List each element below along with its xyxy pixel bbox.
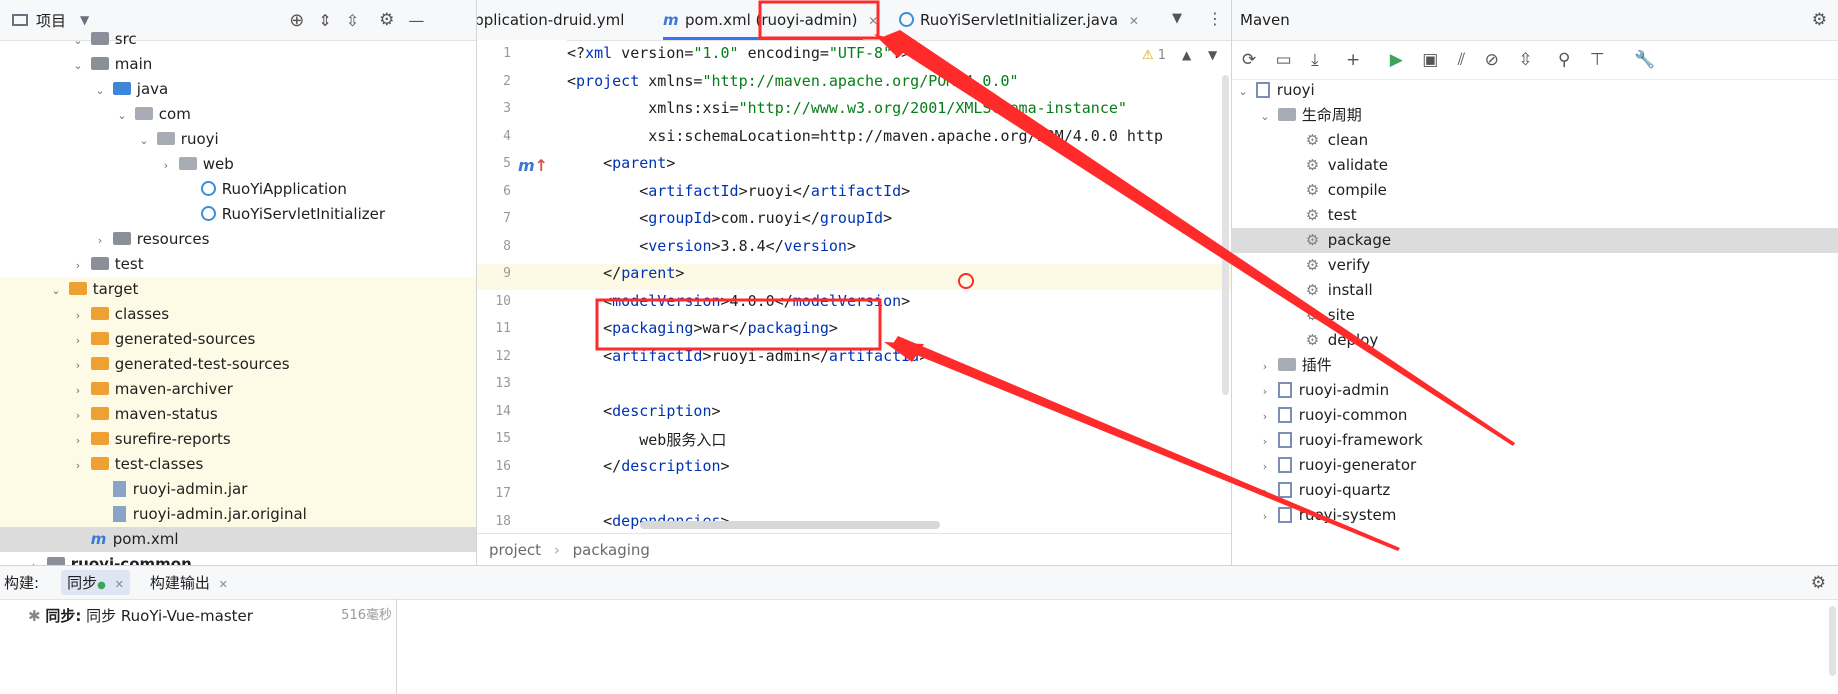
annotation-arrow-head-packaging bbox=[884, 342, 924, 362]
annotation-box-packaging bbox=[595, 298, 882, 351]
annotation-arrow-to-packaging bbox=[892, 336, 1400, 551]
cursor-marker-icon bbox=[958, 273, 974, 289]
annotation-layer bbox=[595, 0, 1515, 551]
annotation-box-tab bbox=[758, 0, 880, 40]
annotation-arrow-to-tab bbox=[880, 30, 1515, 446]
